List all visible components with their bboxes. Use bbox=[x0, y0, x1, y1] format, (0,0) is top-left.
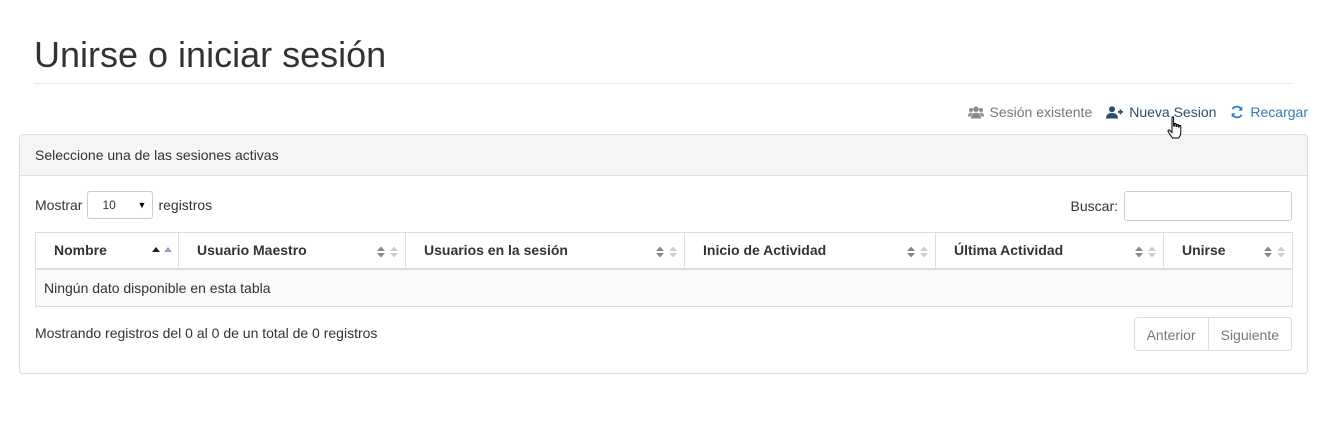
sessions-panel: Seleccione una de las sesiones activas M… bbox=[19, 134, 1308, 374]
reload-label: Recargar bbox=[1250, 104, 1308, 120]
panel-heading: Seleccione una de las sesiones activas bbox=[20, 135, 1307, 176]
page-length-select[interactable]: 10 ▼ bbox=[87, 191, 154, 219]
table-header-row: Nombre Usuario Maestro Usuarios en la se… bbox=[35, 232, 1293, 270]
chevron-down-icon: ▼ bbox=[137, 200, 147, 210]
table-info: Mostrando registros del 0 al 0 de un tot… bbox=[35, 325, 378, 341]
previous-page-button[interactable]: Anterior bbox=[1133, 317, 1209, 351]
sort-ascending-icon bbox=[152, 245, 172, 255]
show-label: Mostrar bbox=[35, 197, 83, 213]
sort-icon bbox=[1264, 245, 1286, 259]
title-divider bbox=[34, 83, 1293, 84]
column-header-unirse[interactable]: Unirse bbox=[1163, 232, 1293, 270]
next-page-button[interactable]: Siguiente bbox=[1208, 317, 1292, 351]
new-session-button[interactable]: Nueva Sesion bbox=[1106, 104, 1216, 120]
search-control: Buscar: bbox=[1071, 191, 1292, 221]
empty-table-message: Ningún dato disponible en esta tabla bbox=[35, 268, 1293, 307]
column-header-ultima-actividad[interactable]: Última Actividad bbox=[935, 232, 1164, 270]
pagination: Anterior Siguiente bbox=[1133, 317, 1292, 351]
user-plus-icon bbox=[1106, 105, 1124, 119]
column-header-inicio-de-actividad[interactable]: Inicio de Actividad bbox=[684, 232, 936, 270]
existing-session-label: Sesión existente bbox=[989, 104, 1093, 120]
sort-icon bbox=[377, 245, 399, 259]
records-label: registros bbox=[158, 197, 213, 213]
column-header-usuario-maestro[interactable]: Usuario Maestro bbox=[178, 232, 406, 270]
refresh-icon bbox=[1230, 105, 1244, 119]
sessions-table: Nombre Usuario Maestro Usuarios en la se… bbox=[35, 232, 1293, 307]
reload-button[interactable]: Recargar bbox=[1230, 104, 1308, 120]
column-header-nombre[interactable]: Nombre bbox=[35, 232, 179, 270]
page-length-control: Mostrar 10 ▼ registros bbox=[35, 191, 212, 219]
sort-icon bbox=[907, 245, 929, 259]
search-label: Buscar: bbox=[1070, 198, 1118, 214]
sort-icon bbox=[656, 245, 678, 259]
page-length-value: 10 bbox=[102, 198, 116, 212]
column-header-usuarios-en-la-sesion[interactable]: Usuarios en la sesión bbox=[405, 232, 685, 270]
table-row: Ningún dato disponible en esta tabla bbox=[35, 268, 1293, 307]
sort-icon bbox=[1135, 245, 1157, 259]
session-actions: Sesión existente Nueva Sesion Recargar bbox=[967, 104, 1308, 120]
search-input[interactable] bbox=[1124, 191, 1292, 221]
existing-session-button[interactable]: Sesión existente bbox=[967, 104, 1093, 120]
users-icon bbox=[967, 106, 984, 119]
hand-cursor-icon bbox=[1167, 116, 1183, 145]
page-title: Unirse o iniciar sesión bbox=[34, 34, 387, 75]
